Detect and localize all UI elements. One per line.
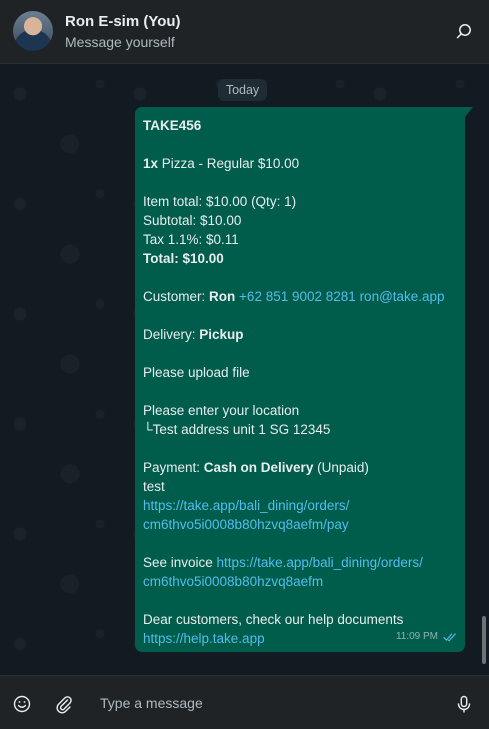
- tax: Tax 1.1%: $0.11: [143, 232, 239, 247]
- invoice-link-line-1[interactable]: https://take.app/bali_dining/orders/: [217, 555, 423, 570]
- microphone-icon: [457, 695, 471, 713]
- outgoing-message-bubble[interactable]: TAKE456 1x Pizza - Regular $10.00 Item t…: [135, 107, 473, 652]
- message-list[interactable]: Today TAKE456 1x Pizza - Regular $10.00 …: [0, 64, 489, 675]
- payment-line: Payment: Cash on Delivery (Unpaid): [143, 458, 457, 477]
- composer-bar: [0, 675, 489, 729]
- message-input[interactable]: [92, 688, 448, 718]
- delivery-line: Delivery: Pickup: [143, 325, 457, 344]
- emoji-icon: [13, 695, 31, 713]
- customer-name: Ron: [209, 289, 236, 304]
- double-check-read-icon: [443, 632, 456, 642]
- item-total: Item total: $10.00 (Qty: 1): [143, 194, 297, 209]
- payment-method: Cash on Delivery: [203, 460, 314, 475]
- customer-line: Customer: Ron +62 851 9002 8281 ron@take…: [143, 287, 457, 306]
- location-prompt: Please enter your location: [143, 403, 300, 418]
- customer-phone-link[interactable]: +62 851 9002 8281: [239, 289, 356, 304]
- message-meta: 11:09 PM: [396, 627, 457, 646]
- location-value: └Test address unit 1 SG 12345: [143, 422, 331, 437]
- order-note: test: [143, 479, 165, 494]
- delivery-value: Pickup: [199, 327, 244, 342]
- search-icon: [456, 24, 471, 39]
- pay-link-line-1[interactable]: https://take.app/bali_dining/orders/: [143, 496, 457, 515]
- paperclip-icon: [56, 696, 72, 714]
- customer-email-link[interactable]: ron@take.app: [360, 289, 445, 304]
- message-time: 11:09 PM: [395, 631, 438, 642]
- emoji-button[interactable]: [11, 693, 33, 715]
- total: Total: $10.00: [143, 251, 224, 266]
- subtotal: Subtotal: $10.00: [143, 213, 242, 228]
- avatar[interactable]: [13, 11, 53, 51]
- chat-header: Ron E-sim (You) Message yourself: [0, 0, 489, 64]
- invoice-label: See invoice: [143, 555, 217, 570]
- item-description: Pizza - Regular $10.00: [158, 156, 300, 171]
- attach-button[interactable]: [53, 693, 75, 715]
- customer-label: Customer:: [143, 289, 210, 304]
- order-code: TAKE456: [143, 118, 202, 133]
- contact-subtitle: Message yourself: [65, 34, 175, 50]
- scrollbar-thumb[interactable]: [482, 616, 486, 664]
- search-button[interactable]: [452, 20, 476, 44]
- invoice-line: See invoice https://take.app/bali_dining…: [143, 553, 457, 572]
- upload-note: Please upload file: [143, 365, 250, 380]
- voice-message-button[interactable]: [453, 693, 475, 715]
- delivery-label: Delivery:: [143, 327, 200, 342]
- invoice-link-line-2[interactable]: cm6thvo5i0008b80hzvq8aefm: [143, 572, 457, 591]
- payment-label: Payment:: [143, 460, 204, 475]
- item-quantity: 1x: [143, 156, 159, 171]
- payment-status: (Unpaid): [313, 460, 369, 475]
- pay-link-line-2[interactable]: cm6thvo5i0008b80hzvq8aefm/pay: [143, 515, 457, 534]
- date-divider: Today: [218, 79, 267, 101]
- order-item-line: 1x Pizza - Regular $10.00: [143, 154, 457, 173]
- contact-name[interactable]: Ron E-sim (You): [65, 13, 181, 30]
